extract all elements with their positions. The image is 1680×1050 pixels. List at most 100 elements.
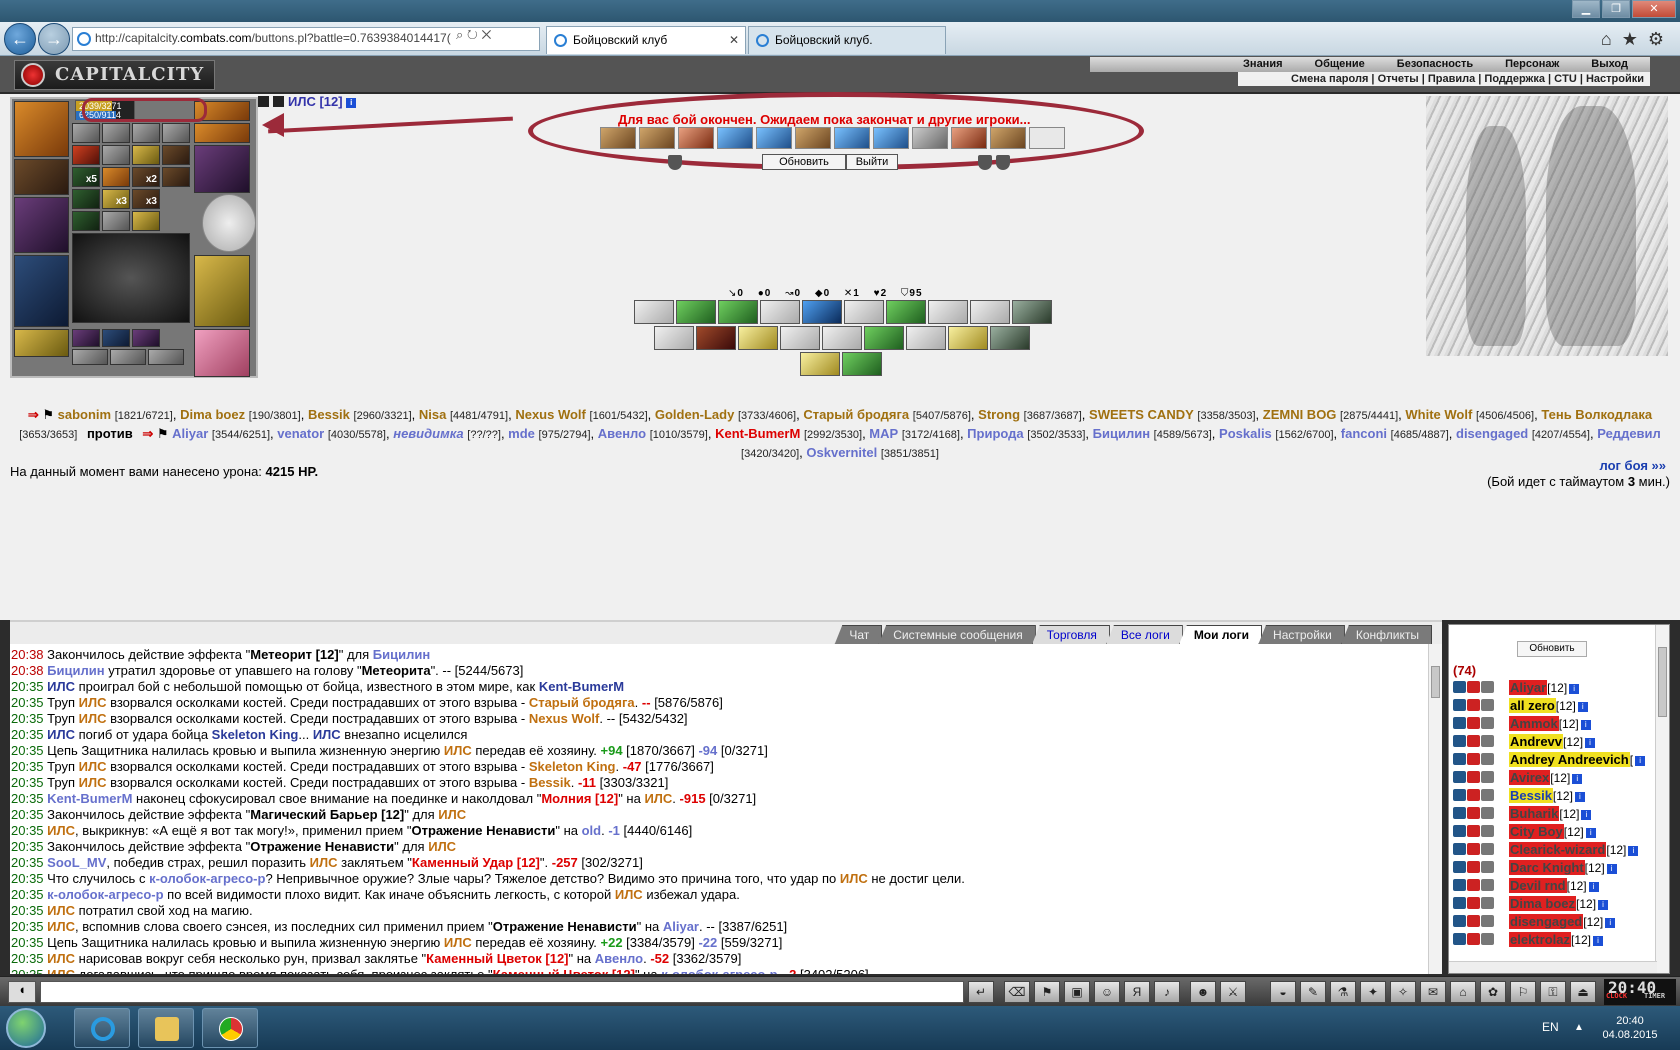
online-user-name[interactable]: all zero (1509, 698, 1556, 713)
shield-slot[interactable] (202, 194, 256, 252)
chat-scrollbar[interactable] (1428, 644, 1442, 974)
info-icon[interactable]: i (1585, 828, 1596, 838)
armor-slot[interactable] (14, 255, 69, 327)
scroll-10[interactable]: x3 (102, 189, 130, 209)
online-user-name[interactable]: elektrolaz (1509, 932, 1571, 947)
slot-a[interactable] (72, 123, 100, 143)
scroll-13[interactable] (102, 211, 130, 231)
menu-bezopasnost[interactable]: Безопасность (1397, 57, 1473, 72)
effect-icon[interactable] (678, 127, 714, 149)
skill-icon[interactable] (780, 326, 820, 350)
scroll-14[interactable] (132, 211, 160, 231)
scroll-4[interactable] (162, 145, 190, 165)
chat-text[interactable]: ИЛС (644, 791, 672, 806)
online-user-name[interactable]: Clearick-wizard (1509, 842, 1607, 857)
slot-b[interactable] (102, 123, 130, 143)
chat-text[interactable]: -22 (698, 935, 717, 950)
start-button[interactable] (6, 1008, 46, 1048)
menu-obshchenie[interactable]: Общение (1315, 57, 1365, 72)
chat-text[interactable]: Aliyar (663, 919, 699, 934)
chat-text[interactable]: Бицилин (373, 647, 430, 662)
star-icon[interactable]: ★ (1622, 29, 1648, 49)
skill-icon[interactable] (634, 300, 674, 324)
chat-tab[interactable]: Мои логи (1178, 625, 1263, 645)
search-icon[interactable]: ⌕ (456, 27, 463, 42)
info-icon[interactable]: i (1606, 864, 1617, 874)
info-icon[interactable]: i (1605, 918, 1616, 928)
helmet-slot[interactable] (14, 101, 69, 157)
fighter-name[interactable]: Bessik (308, 407, 350, 422)
info-icon[interactable]: i (346, 98, 357, 108)
effect-icon[interactable] (873, 127, 909, 149)
fighter-name[interactable]: Бицилин (1093, 426, 1150, 441)
wings-slot[interactable] (194, 329, 250, 377)
scroll-12[interactable] (72, 211, 100, 231)
gloves-slot[interactable] (194, 145, 250, 193)
scroll-thumb[interactable] (1431, 666, 1440, 698)
skill-icon[interactable] (802, 300, 842, 324)
flag-icon[interactable]: ⚐ (1510, 981, 1536, 1003)
chat-text[interactable]: Kent-BumerM (47, 791, 132, 806)
scroll-2[interactable] (102, 145, 130, 165)
chat-text[interactable]: Skeleton King (529, 759, 616, 774)
taskbar-explorer[interactable] (138, 1008, 194, 1048)
chat-text[interactable]: ИЛС (47, 919, 75, 934)
gear-icon[interactable]: ⚙ (1648, 29, 1674, 49)
info-icon[interactable]: i (1585, 738, 1596, 748)
belt-slot[interactable] (14, 329, 69, 357)
info-icon[interactable]: i (1580, 720, 1591, 730)
skill-icon[interactable] (948, 326, 988, 350)
effect-icon[interactable] (834, 127, 870, 149)
language-indicator[interactable]: EN (1542, 1020, 1559, 1034)
scroll-5[interactable]: x5 (72, 167, 100, 187)
chat-text[interactable]: ИЛС (79, 695, 107, 710)
refresh-icon[interactable]: ↻ (467, 27, 478, 42)
chat-text[interactable]: -1 (608, 823, 620, 838)
minimize-icon[interactable]: ▁ (1572, 0, 1600, 18)
fighter-name[interactable]: Природа (967, 426, 1023, 441)
close-tab-icon[interactable]: ✕ (729, 33, 739, 47)
bracer-slot[interactable] (14, 159, 69, 195)
fighter-name[interactable]: venator (277, 426, 324, 441)
online-refresh-button[interactable]: Обновить (1517, 641, 1587, 657)
back-icon[interactable]: ← (4, 23, 36, 55)
potion-icon[interactable]: ⚗ (1330, 981, 1356, 1003)
skill-icon[interactable] (842, 352, 882, 376)
tab-boicovsky-active[interactable]: Бойцовский клуб ✕ (546, 26, 746, 54)
skill-icon[interactable] (760, 300, 800, 324)
fighter-name[interactable]: Poskalis (1219, 426, 1272, 441)
scroll-icon[interactable]: ✎ (1300, 981, 1326, 1003)
exit-button[interactable]: Выйти (846, 154, 898, 170)
chat-text[interactable]: к-олобок-агресо-р (47, 887, 163, 902)
fighter-name[interactable]: SWEETS CANDY (1089, 407, 1194, 422)
chat-text[interactable]: ИЛС (47, 967, 75, 974)
chat-tab[interactable]: Все логи (1105, 625, 1183, 645)
chat-text[interactable]: к-олобок-агресо-р (661, 967, 777, 974)
info-icon[interactable]: i (1572, 774, 1583, 784)
chat-text[interactable]: ИЛС (313, 727, 341, 742)
rune-slot-1[interactable] (72, 329, 100, 347)
chat-text[interactable]: ИЛС (444, 743, 472, 758)
skill-icon[interactable] (990, 326, 1030, 350)
fighter-name[interactable]: Старый бродяга (803, 407, 909, 422)
forward-icon[interactable]: → (38, 23, 70, 55)
scroll-8[interactable] (162, 167, 190, 187)
scroll-7[interactable]: x2 (132, 167, 160, 187)
taskbar-chrome[interactable] (202, 1008, 258, 1048)
chat-text[interactable]: Kent-BumerM (539, 679, 624, 694)
scroll-thumb[interactable] (1658, 647, 1667, 717)
info-icon[interactable]: i (1577, 702, 1588, 712)
skill-icon[interactable] (970, 300, 1010, 324)
chat-text[interactable]: ИЛС (79, 775, 107, 790)
info-icon[interactable]: i (1593, 936, 1603, 946)
empty-slot-1[interactable] (72, 349, 108, 365)
fighter-name[interactable]: Nexus Wolf (515, 407, 586, 422)
boots-slot[interactable] (194, 255, 250, 327)
online-user-name[interactable]: Avirex (1509, 770, 1551, 785)
chat-tab[interactable]: Чат (834, 625, 883, 645)
fighter-name[interactable]: Golden-Lady (655, 407, 734, 422)
fighter-name[interactable]: fanconi (1341, 426, 1387, 441)
fighter-name[interactable]: ZEMNI BOG (1263, 407, 1337, 422)
flower-icon[interactable]: ✿ (1480, 981, 1506, 1003)
online-hscrollbar[interactable] (1449, 961, 1657, 973)
